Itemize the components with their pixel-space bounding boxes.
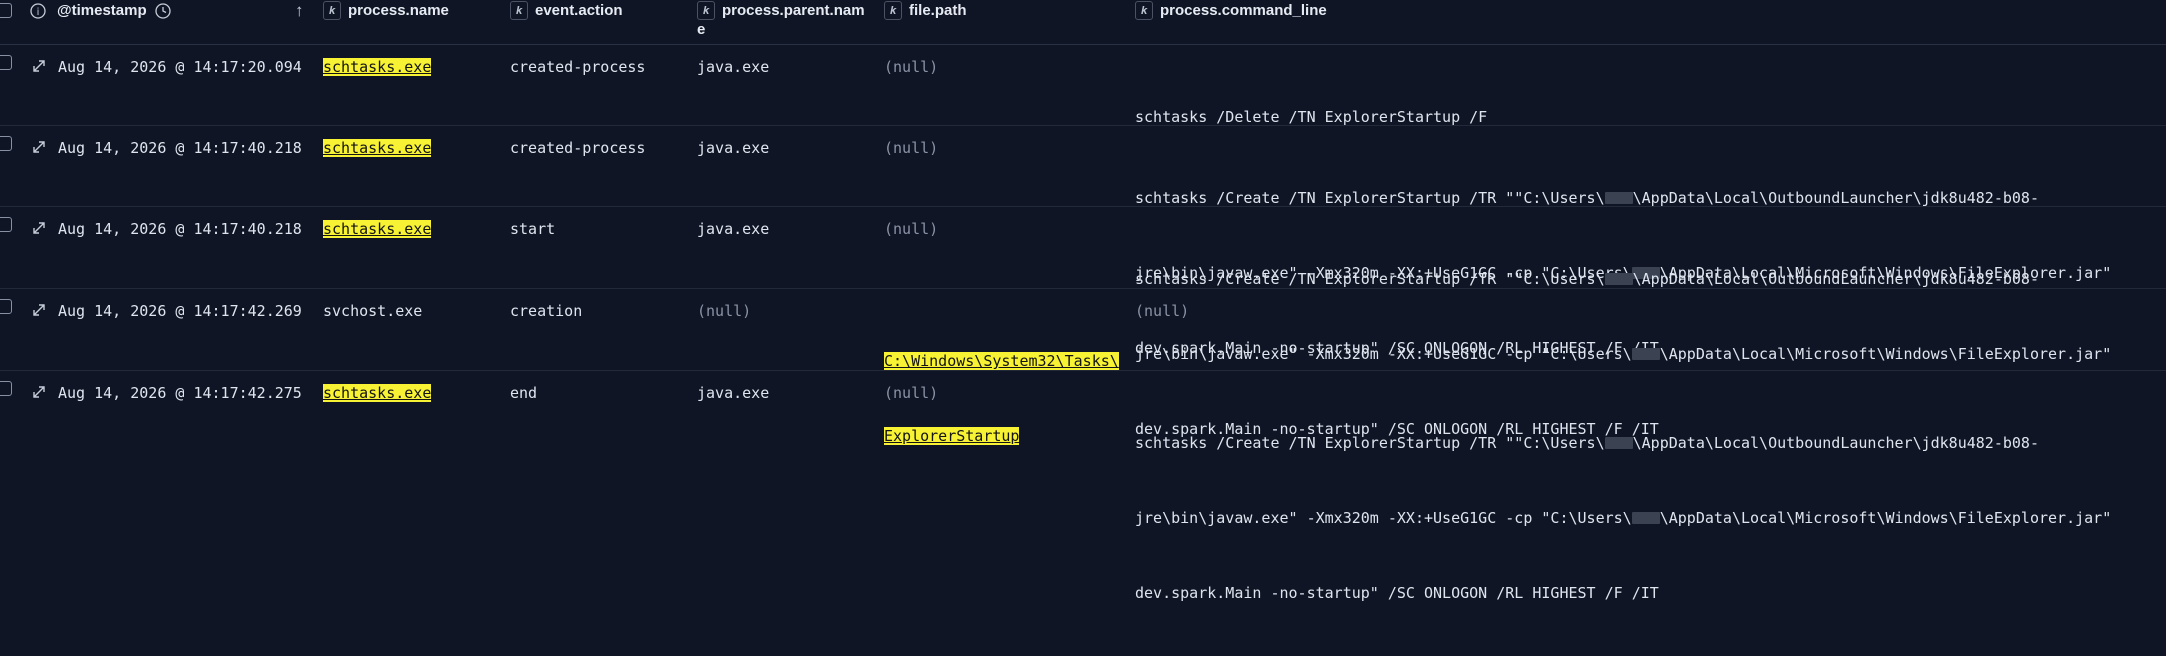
table-row[interactable]: Aug 14, 2026 @ 14:17:20.094 schtasks.exe… (0, 44, 2166, 126)
command-line-text: \AppData\Local\OutboundLauncher\jdk8u482… (1632, 189, 2039, 207)
process-name-cell: svchost.exe (323, 302, 423, 320)
highlighted-term: schtasks.exe (323, 139, 432, 157)
command-line-text: schtasks /Create /TN ExplorerStartup /TR… (1135, 189, 1605, 207)
timestamp-cell: Aug 14, 2026 @ 14:17:40.218 (58, 220, 302, 238)
parent-name-cell: java.exe (697, 384, 770, 402)
command-line-text: \AppData\Local\OutboundLauncher\jdk8u482… (1632, 434, 2039, 452)
row-select-checkbox[interactable] (0, 217, 12, 232)
timestamp-cell: Aug 14, 2026 @ 14:17:42.269 (58, 302, 302, 320)
command-line-cell: schtasks /Create /TN ExplorerStartup /TR… (1135, 381, 2111, 656)
command-line-cell: (null) (1135, 302, 1190, 320)
column-header-event-action[interactable]: k event.action (510, 0, 690, 44)
redacted-username (1631, 512, 1660, 524)
redacted-username (1604, 192, 1633, 204)
command-line-text: \AppData\Local\OutboundLauncher\jdk8u482… (1632, 270, 2039, 288)
column-header-timestamp[interactable]: @timestamp ↑ (57, 0, 317, 44)
process-name-cell: schtasks.exe (323, 217, 432, 242)
keyword-type-icon: k (884, 1, 902, 20)
table-row[interactable]: Aug 14, 2026 @ 14:17:40.218 schtasks.exe… (0, 206, 2166, 438)
column-header-process-name[interactable]: k process.name (323, 0, 503, 44)
column-title-wrap: e (697, 21, 706, 38)
column-title: process.parent.nam (722, 2, 865, 19)
file-path-cell: (null) (884, 384, 939, 402)
row-select-checkbox[interactable] (0, 299, 12, 314)
expand-row-icon[interactable] (30, 138, 48, 156)
parent-name-cell: java.exe (697, 220, 770, 238)
command-line-text: jre\bin\javaw.exe" -Xmx320m -XX:+UseG1GC… (1135, 509, 1632, 527)
event-action-cell: created-process (510, 58, 646, 76)
row-select-checkbox[interactable] (0, 55, 12, 70)
file-path-cell: (null) (884, 58, 939, 76)
command-line-text: schtasks /Create /TN ExplorerStartup /TR… (1135, 270, 1605, 288)
column-header-process-command-line[interactable]: k process.command_line (1135, 0, 1735, 44)
expand-row-icon[interactable] (30, 57, 48, 75)
event-action-cell: end (510, 384, 538, 402)
table-row[interactable]: Aug 14, 2026 @ 14:17:40.218 schtasks.exe… (0, 125, 2166, 357)
clock-icon (155, 3, 171, 23)
file-path-cell: (null) (884, 220, 939, 238)
keyword-type-icon: k (697, 1, 715, 20)
command-line-text: dev.spark.Main -no-startup" /SC ONLOGON … (1135, 584, 1659, 602)
process-name-cell: schtasks.exe (323, 55, 432, 80)
svg-text:i: i (37, 7, 40, 18)
table-header: i @timestamp ↑ k process.name k event.ac… (0, 0, 2166, 45)
row-select-checkbox[interactable] (0, 136, 12, 151)
parent-name-cell: java.exe (697, 139, 770, 157)
column-header-file-path[interactable]: k file.path (884, 0, 1124, 44)
command-line-text: schtasks /Create /TN ExplorerStartup /TR… (1135, 434, 1605, 452)
timestamp-cell: Aug 14, 2026 @ 14:17:20.094 (58, 58, 302, 76)
expand-row-icon[interactable] (30, 219, 48, 237)
keyword-type-icon: k (510, 1, 528, 20)
parent-name-cell: (null) (697, 302, 752, 320)
info-icon[interactable]: i (30, 3, 46, 19)
highlighted-term: C:\Windows\System32\Tasks\ (884, 352, 1119, 370)
column-title: @timestamp (57, 2, 147, 19)
highlighted-term: schtasks.exe (323, 384, 432, 402)
expand-row-icon[interactable] (30, 383, 48, 401)
redacted-username (1604, 437, 1633, 449)
file-path-cell: (null) (884, 139, 939, 157)
keyword-type-icon: k (323, 1, 341, 20)
parent-name-cell: java.exe (697, 58, 770, 76)
timestamp-cell: Aug 14, 2026 @ 14:17:42.275 (58, 384, 302, 402)
column-title: file.path (909, 2, 967, 19)
select-all-checkbox[interactable] (0, 3, 12, 18)
column-title: event.action (535, 2, 623, 19)
sort-ascending-icon[interactable]: ↑ (295, 1, 304, 21)
event-action-cell: start (510, 220, 556, 238)
process-name-cell: schtasks.exe (323, 381, 432, 406)
highlighted-term: schtasks.exe (323, 220, 432, 238)
keyword-type-icon: k (1135, 1, 1153, 20)
expand-row-icon[interactable] (30, 301, 48, 319)
timestamp-cell: Aug 14, 2026 @ 14:17:40.218 (58, 139, 302, 157)
event-action-cell: created-process (510, 139, 646, 157)
event-action-cell: creation (510, 302, 583, 320)
column-header-process-parent-name[interactable]: k process.parent.nam e (697, 0, 877, 44)
row-select-checkbox[interactable] (0, 381, 12, 396)
column-title: process.name (348, 2, 449, 19)
table-row[interactable]: Aug 14, 2026 @ 14:17:42.269 svchost.exe … (0, 288, 2166, 445)
process-name-cell: schtasks.exe (323, 136, 432, 161)
redacted-username (1604, 273, 1633, 285)
results-table: i @timestamp ↑ k process.name k event.ac… (0, 0, 2166, 602)
table-row[interactable]: Aug 14, 2026 @ 14:17:42.275 schtasks.exe… (0, 370, 2166, 602)
highlighted-term: schtasks.exe (323, 58, 432, 76)
command-line-text: \AppData\Local\Microsoft\Windows\FileExp… (1659, 509, 2112, 527)
column-title: process.command_line (1160, 2, 1327, 19)
